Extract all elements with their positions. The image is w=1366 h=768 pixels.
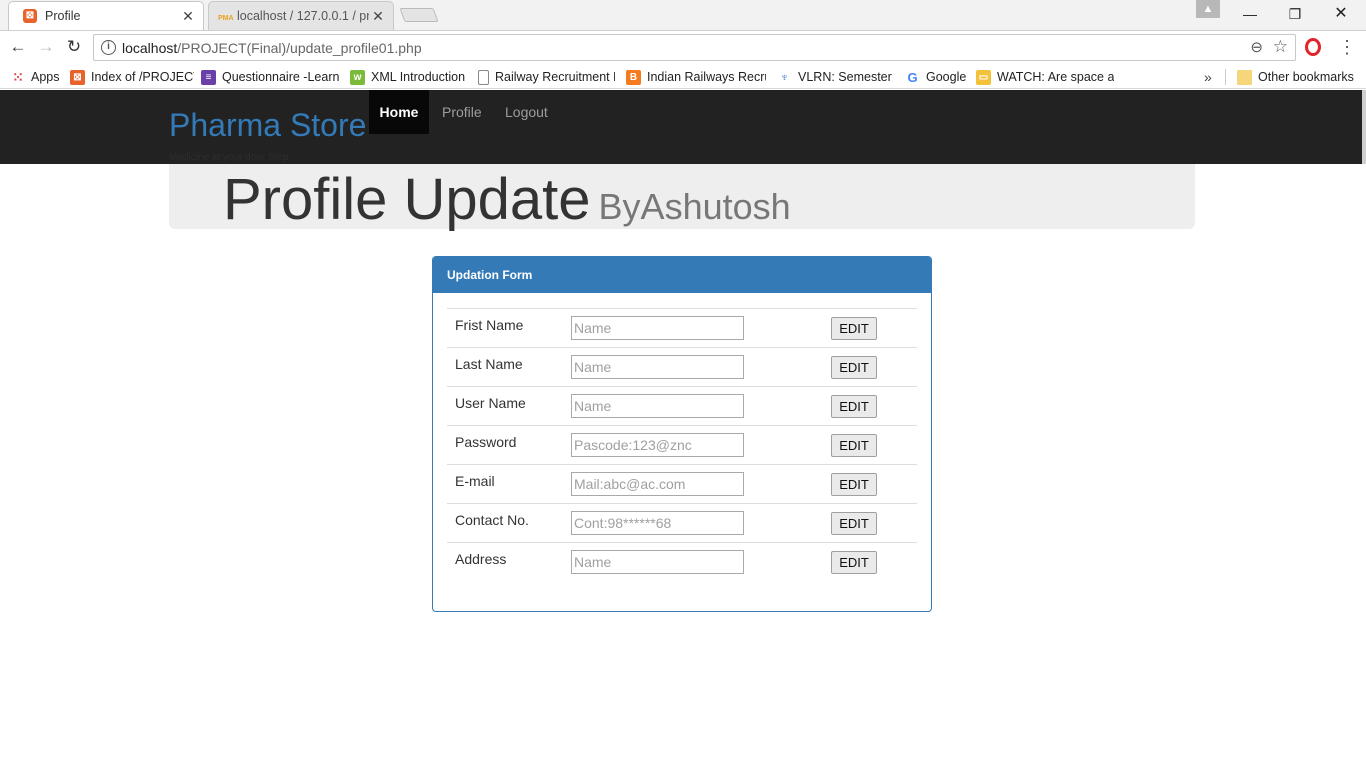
forward-arrow-icon[interactable]: →	[36, 37, 56, 57]
bookmarks-bar: ⁙ Apps ⊠ Index of /PROJECT ≡ Questionnaire …	[0, 64, 1366, 89]
form-row-email: E-mail EDIT	[447, 464, 917, 504]
address-bar[interactable]: i localhost/PROJECT(Final)/update_profil…	[93, 34, 1296, 61]
minimize-icon[interactable]: —	[1235, 4, 1265, 24]
pma-icon: PMA	[218, 15, 234, 22]
bookmark-railway-recruitment[interactable]: Railway Recruitment E	[478, 68, 615, 86]
page-title: Profile Update ByAshutosh	[223, 167, 791, 232]
bookmark-questionnaire[interactable]: ≡ Questionnaire -Learne	[201, 68, 339, 86]
brand-logo[interactable]: Pharma Store	[169, 107, 366, 144]
tab-profile[interactable]: ⊠ Profile ✕	[8, 1, 204, 30]
xampp-icon: ⊠	[23, 9, 37, 23]
star-icon[interactable]: ☆	[1273, 37, 1288, 57]
contact-input[interactable]	[571, 511, 744, 535]
back-arrow-icon[interactable]: ←	[8, 37, 28, 57]
first-name-input[interactable]	[571, 316, 744, 340]
edit-user-name-button[interactable]: EDIT	[831, 394, 877, 418]
bookmark-divider	[1225, 69, 1226, 85]
form-row-address: Address EDIT	[447, 542, 917, 582]
edit-address-button[interactable]: EDIT	[831, 550, 877, 574]
info-icon[interactable]: i	[101, 40, 116, 55]
address-input[interactable]	[571, 550, 744, 575]
form-row-last-name: Last Name EDIT	[447, 347, 917, 387]
window-close-icon[interactable]: ✕	[1326, 4, 1356, 24]
last-name-input[interactable]	[571, 355, 744, 379]
reload-icon[interactable]: ↻	[64, 37, 84, 57]
field-label: User Name	[447, 386, 571, 426]
bookmark-other[interactable]: Other bookmarks	[1237, 68, 1361, 86]
close-icon[interactable]: ✕	[371, 8, 385, 25]
field-label: Password	[447, 425, 571, 465]
edit-first-name-button[interactable]: EDIT	[831, 316, 877, 340]
bookmark-index-project[interactable]: ⊠ Index of /PROJECT	[70, 68, 194, 86]
menu-icon[interactable]: ⋮	[1338, 37, 1356, 57]
email-input[interactable]	[571, 472, 744, 496]
form-row-contact: Contact No. EDIT	[447, 503, 917, 543]
restore-icon[interactable]: ❐	[1280, 4, 1310, 24]
form-row-user-name: User Name EDIT	[447, 386, 917, 426]
user-profile-icon[interactable]: ▲	[1196, 0, 1220, 18]
zoom-icon[interactable]: ⊖	[1250, 38, 1263, 56]
blogger-icon: B	[626, 69, 641, 85]
google-icon: G	[905, 69, 920, 85]
url-text[interactable]: localhost/PROJECT(Final)/update_profile0…	[122, 40, 422, 56]
scrollbar[interactable]	[1362, 90, 1366, 164]
tab-phpmyadmin[interactable]: PMA localhost / 127.0.0.1 / pro ✕	[208, 1, 394, 30]
panel-heading: Updation Form	[433, 257, 931, 293]
xampp-icon: ⊠	[70, 69, 85, 85]
edit-email-button[interactable]: EDIT	[831, 472, 877, 496]
new-tab-button[interactable]	[399, 8, 439, 22]
jumbotron: Profile Update ByAshutosh	[169, 164, 1195, 232]
bookmark-vlrn[interactable]: ♆ VLRN: Semester 5	[777, 68, 895, 86]
list-icon: ≡	[201, 69, 216, 85]
folder-icon	[1237, 69, 1252, 85]
browser-toolbar: ← → ↻ i localhost/PROJECT(Final)/update_…	[0, 30, 1366, 64]
field-label: Frist Name	[447, 308, 571, 348]
brand-tagline: Medicine at your door Step	[169, 152, 289, 163]
w3-icon: w	[350, 69, 365, 85]
page-icon	[478, 69, 489, 85]
site-navbar: Pharma Store Medicine at your door Step …	[0, 90, 1366, 164]
tab-strip: ⊠ Profile ✕ PMA localhost / 127.0.0.1 / …	[0, 0, 1366, 30]
bookmark-xml-introduction[interactable]: w XML Introduction	[350, 68, 468, 86]
password-input[interactable]	[571, 433, 744, 457]
updation-form-panel: Updation Form Frist Name EDIT Last Name …	[432, 256, 932, 612]
form-row-password: Password EDIT	[447, 425, 917, 465]
nav-home[interactable]: Home	[369, 90, 429, 134]
user-name-input[interactable]	[571, 394, 744, 418]
bookmark-apps[interactable]: ⁙ Apps	[10, 68, 64, 86]
edit-password-button[interactable]: EDIT	[831, 433, 877, 457]
close-icon[interactable]: ✕	[181, 8, 195, 25]
nav-logout[interactable]: Logout	[491, 90, 562, 134]
page-subtitle: ByAshutosh	[598, 186, 791, 227]
field-label: Contact No.	[447, 503, 571, 543]
vlrn-icon: ♆	[777, 69, 792, 85]
more-bookmarks-icon[interactable]: »	[1204, 68, 1218, 86]
bookmark-google[interactable]: G Google	[905, 68, 967, 86]
nav-profile[interactable]: Profile	[428, 90, 496, 134]
field-label: Address	[447, 542, 571, 582]
field-label: E-mail	[447, 464, 571, 504]
bookmark-watch[interactable]: ▭WATCH: Are space and	[976, 68, 1114, 86]
apps-grid-icon: ⁙	[12, 68, 24, 85]
bookmark-indian-railways[interactable]: B Indian Railways Recrui	[626, 68, 766, 86]
field-label: Last Name	[447, 347, 571, 387]
tab-title: Profile	[45, 9, 81, 23]
tab-title: localhost / 127.0.0.1 / pro	[237, 9, 369, 23]
opera-icon[interactable]	[1305, 38, 1321, 56]
form-row-first-name: Frist Name EDIT	[447, 308, 917, 348]
form-table: Frist Name EDIT Last Name EDIT User Name…	[447, 308, 917, 582]
edit-contact-button[interactable]: EDIT	[831, 511, 877, 535]
folder-icon: ▭	[976, 69, 991, 85]
edit-last-name-button[interactable]: EDIT	[831, 355, 877, 379]
